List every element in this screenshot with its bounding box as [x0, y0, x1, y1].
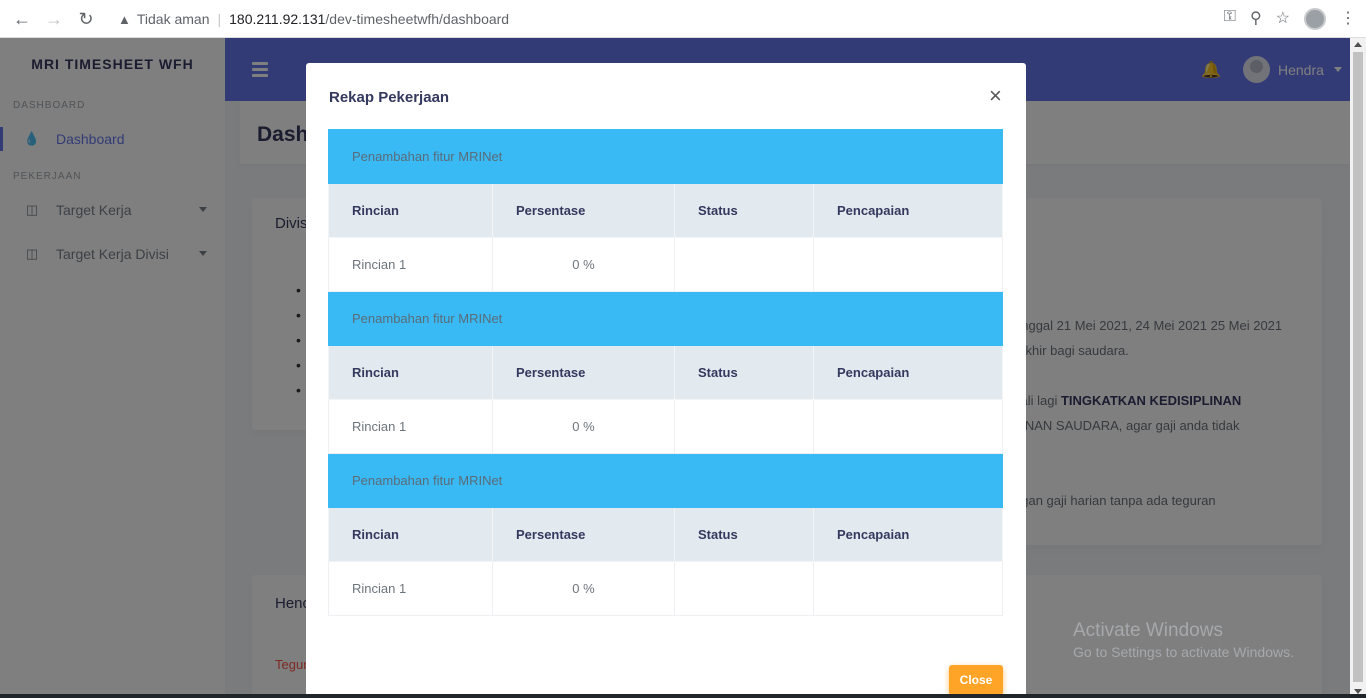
cell-rincian: Rincian 1: [328, 561, 493, 616]
group-header-row: Penambahan fitur MRINet: [327, 453, 1004, 508]
warning-icon: ▲: [118, 11, 131, 27]
table-header-row: Rincian Persentase Status Pencapaian: [328, 183, 1004, 238]
column-header: Pencapaian: [812, 183, 1004, 238]
column-header: Pencapaian: [812, 345, 1004, 400]
cell-status: [674, 561, 814, 616]
profile-icon[interactable]: [1304, 8, 1326, 30]
column-header: Persentase: [492, 507, 675, 562]
security-label: Tidak aman: [136, 11, 210, 27]
watermark-line: Activate Windows: [1073, 620, 1223, 641]
url-host: 180.211.92.131: [229, 11, 326, 27]
cell-pencapaian: [812, 561, 1004, 616]
table-row: Rincian 1 0 %: [328, 237, 1004, 292]
column-header: Rincian: [328, 345, 493, 400]
reload-icon[interactable]: ↻: [74, 7, 98, 31]
close-icon[interactable]: ×: [989, 85, 1002, 107]
back-arrow-icon[interactable]: ←: [10, 7, 34, 31]
cell-rincian: Rincian 1: [328, 237, 493, 292]
cell-pencapaian: [812, 237, 1004, 292]
rekap-modal: Rekap Pekerjaan × Penambahan fitur MRINe…: [306, 63, 1026, 698]
group-name: Penambahan fitur MRINet: [327, 129, 1004, 184]
column-header: Persentase: [492, 183, 675, 238]
address-bar[interactable]: ▲ Tidak aman | 180.211.92.131/dev-timesh…: [108, 4, 1298, 34]
cell-persentase: 0 %: [492, 561, 675, 616]
group-name: Penambahan fitur MRINet: [327, 291, 1004, 346]
url-path: /dev-timesheetwfh/dashboard: [325, 11, 510, 27]
watermark-line: Go to Settings to activate Windows.: [1073, 644, 1294, 660]
column-header: Status: [674, 183, 814, 238]
table-row: Rincian 1 0 %: [328, 561, 1004, 616]
modal-title: Rekap Pekerjaan: [329, 89, 450, 106]
cell-rincian: Rincian 1: [328, 399, 493, 454]
taskbar-edge: [0, 694, 1366, 698]
table-header-row: Rincian Persentase Status Pencapaian: [328, 507, 1004, 562]
column-header: Pencapaian: [812, 507, 1004, 562]
page-scrollbar[interactable]: [1350, 38, 1366, 698]
cell-status: [674, 399, 814, 454]
activate-windows-watermark: Activate Windows Go to Settings to activ…: [1073, 620, 1294, 660]
key-icon[interactable]: ⚿: [1224, 8, 1236, 30]
forward-arrow-icon[interactable]: →: [42, 7, 66, 31]
cell-status: [674, 237, 814, 292]
browser-toolbar: ← → ↻ ▲ Tidak aman | 180.211.92.131/dev-…: [0, 0, 1366, 38]
column-header: Status: [674, 345, 814, 400]
kebab-menu-icon[interactable]: ⋮: [1340, 8, 1356, 30]
column-header: Status: [674, 507, 814, 562]
group-header-row: Penambahan fitur MRINet: [327, 129, 1004, 184]
column-header: Persentase: [492, 345, 675, 400]
scroll-up-arrow-icon[interactable]: [1354, 42, 1362, 47]
zoom-icon[interactable]: ⚲: [1250, 8, 1262, 30]
column-header: Rincian: [328, 507, 493, 562]
cell-persentase: 0 %: [492, 237, 675, 292]
cell-persentase: 0 %: [492, 399, 675, 454]
table-row: Rincian 1 0 %: [328, 399, 1004, 454]
close-button[interactable]: Close: [949, 665, 1003, 695]
rekap-table: Penambahan fitur MRINet Rincian Persenta…: [327, 129, 1004, 616]
cell-pencapaian: [812, 399, 1004, 454]
scroll-thumb[interactable]: [1353, 52, 1363, 682]
column-header: Rincian: [328, 183, 493, 238]
table-header-row: Rincian Persentase Status Pencapaian: [328, 345, 1004, 400]
omnibox-divider: |: [217, 11, 222, 27]
group-name: Penambahan fitur MRINet: [327, 453, 1004, 508]
group-header-row: Penambahan fitur MRINet: [327, 291, 1004, 346]
star-icon[interactable]: ☆: [1276, 8, 1290, 30]
